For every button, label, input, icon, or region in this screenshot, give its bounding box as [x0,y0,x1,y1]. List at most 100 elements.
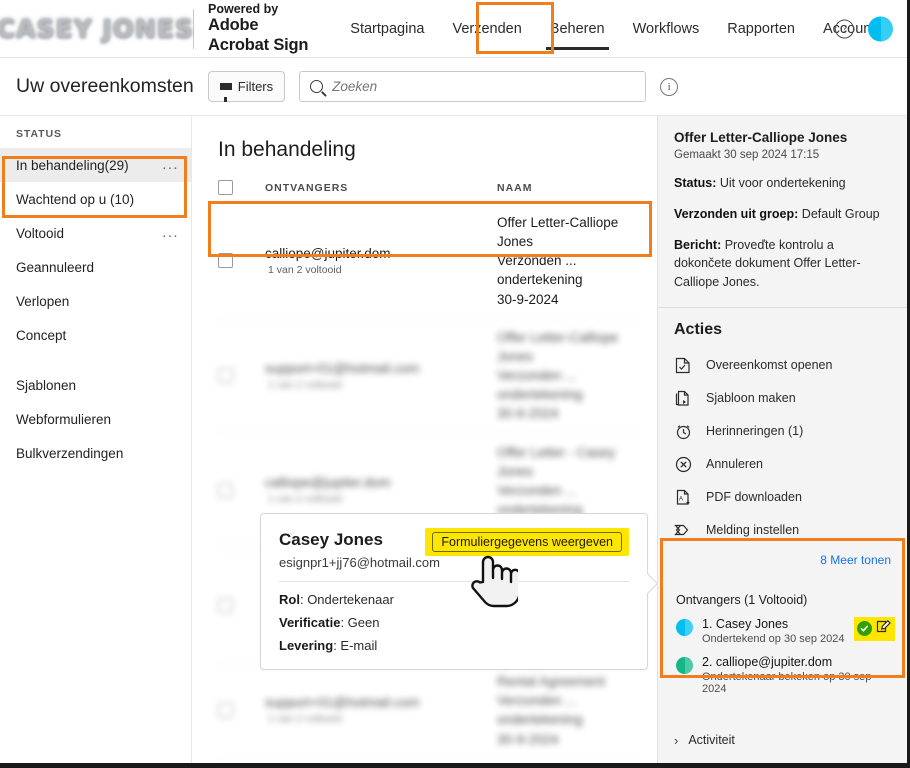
agreement-name: Offer Letter-Calliope Jones [497,215,619,250]
sidebar-item-verlopen[interactable]: Verlopen [0,284,191,318]
table-row[interactable]: calliope@jupiter.dom 1 van 2 voltooid Of… [218,203,639,318]
sidebar-item-label: Wachtend op u (10) [16,191,135,207]
nav-item-verzenden[interactable]: Verzenden [438,0,535,57]
activity-expander[interactable]: › Activiteit [674,731,891,748]
nav-item-beheren[interactable]: Beheren [536,0,619,57]
action-label: PDF downloaden [706,490,802,505]
action-download-pdf[interactable]: A PDF downloaden [674,481,891,514]
recipient-progress: 1 van 2 voltooid [268,493,342,506]
recipient-avatar-icon [676,656,693,674]
sidebar-item-label: Bulkverzendingen [16,445,124,461]
search-box[interactable] [299,71,647,102]
panel-divider [658,306,907,308]
page-body: STATUS In behandeling(29) ... Wachtend o… [0,116,907,763]
sidebar-item-geannuleerd[interactable]: Geannuleerd [0,250,191,284]
svg-text:A: A [679,496,683,502]
sidebar-item-wachtend-op-u[interactable]: Wachtend op u (10) [0,182,191,216]
form-data-highlight: Formuliergegevens weergeven [425,528,629,556]
nav-item-workflows[interactable]: Workflows [619,0,714,57]
action-cancel[interactable]: Annuleren [674,448,891,481]
filters-button[interactable]: Filters [207,71,286,102]
recipients-section: Ontvangers (1 Voltooid) 1. Casey Jones O… [674,583,895,717]
detail-field-value: E-mail [340,638,378,653]
detail-group-label: Verzonden uit groep: [674,207,799,222]
recipient-status: Ondertekenaar bekeken op 30 sep 2024 [702,670,872,695]
action-set-notification[interactable]: Melding instellen [674,514,891,547]
action-reminders[interactable]: Herinneringen (1) [674,415,891,448]
row-checkbox[interactable] [218,253,233,269]
nav-item-startpagina[interactable]: Startpagina [336,0,438,57]
sidebar-item-label: Geannuleerd [16,259,95,275]
status-sidebar: STATUS In behandeling(29) ... Wachtend o… [0,116,192,763]
search-input[interactable] [332,79,636,94]
row-checkbox[interactable] [218,482,233,498]
select-all-checkbox[interactable] [218,180,233,195]
recipient-detail-card: Casey Jones esignpr1+jj76@hotmail.com Fo… [260,513,648,670]
detail-field-rol: Rol: Ondertekenaar [279,592,394,607]
detail-card-email: esignpr1+jj76@hotmail.com [279,555,440,570]
detail-status: Status: Uit voor ondertekening [674,174,891,192]
question-mark-icon[interactable]: ? [835,19,854,38]
agreement-status: Verzonden ... ondertekening [497,253,583,288]
sidebar-item-in-behandeling[interactable]: In behandeling(29) ... [0,148,191,182]
recipient-email: support+01@hotmail.com [265,695,420,711]
row-recipient: calliope@jupiter.dom 1 van 2 voltooid [265,475,497,505]
show-more-link[interactable]: 8 Meer tonen [674,553,891,567]
detail-field-label: Rol [279,592,300,607]
detail-card-divider [279,581,629,582]
info-icon[interactable]: i [660,77,679,96]
sidebar-section-label: STATUS [16,128,62,140]
agreement-status: Verzonden ... ondertekening [497,368,583,403]
row-checkbox[interactable] [218,702,233,718]
row-checkbox[interactable] [218,597,233,613]
action-create-template[interactable]: Sjabloon maken [674,382,891,415]
top-header: CASEY JONES Powered by Adobe Acrobat Sig… [0,0,907,58]
recipient-item[interactable]: 2. calliope@jupiter.dom Ondertekenaar be… [676,655,885,695]
detail-group-value: Default Group [801,207,880,222]
detail-field-levering: Levering: E-mail [279,638,378,653]
sidebar-item-label: Concept [16,327,67,343]
recipient-info: 1. Casey Jones Ondertekend op 30 sep 202… [702,617,845,645]
recipient-item[interactable]: 1. Casey Jones Ondertekend op 30 sep 202… [676,616,895,645]
nav-item-rapporten[interactable]: Rapporten [713,0,809,57]
powered-by-block: Powered by Adobe Acrobat Sign [208,2,308,56]
recipients-title: Ontvangers (1 Voltooid) [676,592,808,607]
action-label: Annuleren [706,457,763,472]
action-label: Sjabloon maken [706,391,796,406]
detail-group: Verzonden uit groep: Default Group [674,205,891,223]
action-label: Herinneringen (1) [706,424,804,439]
sidebar-item-label: Sjablonen [16,377,77,393]
action-open-agreement[interactable]: Overeenkomst openen [674,349,891,382]
list-header-row: ONTVANGERS NAAM [218,180,639,203]
sidebar-item-bulkverzendingen[interactable]: Bulkverzendingen [0,436,191,470]
row-name: Offer Letter-Calliope Jones Verzonden ..… [497,328,639,424]
table-row[interactable]: support+01@hotmail.com 1 van 2 voltooid … [218,757,639,763]
recipient-email: calliope@jupiter.dom [265,245,391,261]
sidebar-item-label: Voltooid [16,225,65,241]
sidebar-item-sjablonen[interactable]: Sjablonen [0,368,191,402]
row-checkbox[interactable] [218,368,233,384]
table-row[interactable]: support+01@hotmail.com 1 van 2 voltooid … [218,662,639,758]
sidebar-item-concept[interactable]: Concept [0,318,191,352]
table-row[interactable]: support+01@hotmail.com 1 van 2 voltooid … [218,317,639,433]
reminder-clock-icon [674,422,692,440]
view-form-data-button[interactable]: Formuliergegevens weergeven [432,532,622,552]
recipient-status: Ondertekend op 30 sep 2024 [702,632,845,645]
agreement-name: Offer Letter-Calliope Jones [497,329,619,364]
action-label: Overeenkomst openen [706,358,833,373]
user-avatar-icon[interactable] [868,16,893,41]
activity-label: Activiteit [688,733,735,748]
agreement-date: 30-9-2024 [497,731,559,747]
sidebar-item-webformulieren[interactable]: Webformulieren [0,402,191,436]
recipient-status-badges [854,616,895,641]
row-recipient: support+01@hotmail.com 1 van 2 voltooid [265,695,497,725]
chevron-right-icon: › [674,732,679,748]
detail-message: Bericht: Proveďte kontrolu a dokončete d… [674,236,891,290]
agreement-details-panel: Offer Letter-Calliope Jones Gemaakt 30 s… [657,116,907,763]
row-name: Rental Agreement Verzonden ... onderteke… [497,672,639,749]
check-circle-icon [857,621,872,637]
column-header-name: NAAM [497,181,533,194]
recipient-progress: 1 van 2 voltooid [268,263,342,276]
sidebar-item-voltooid[interactable]: Voltooid ... [0,216,191,250]
detail-message-label: Bericht: [674,238,722,253]
